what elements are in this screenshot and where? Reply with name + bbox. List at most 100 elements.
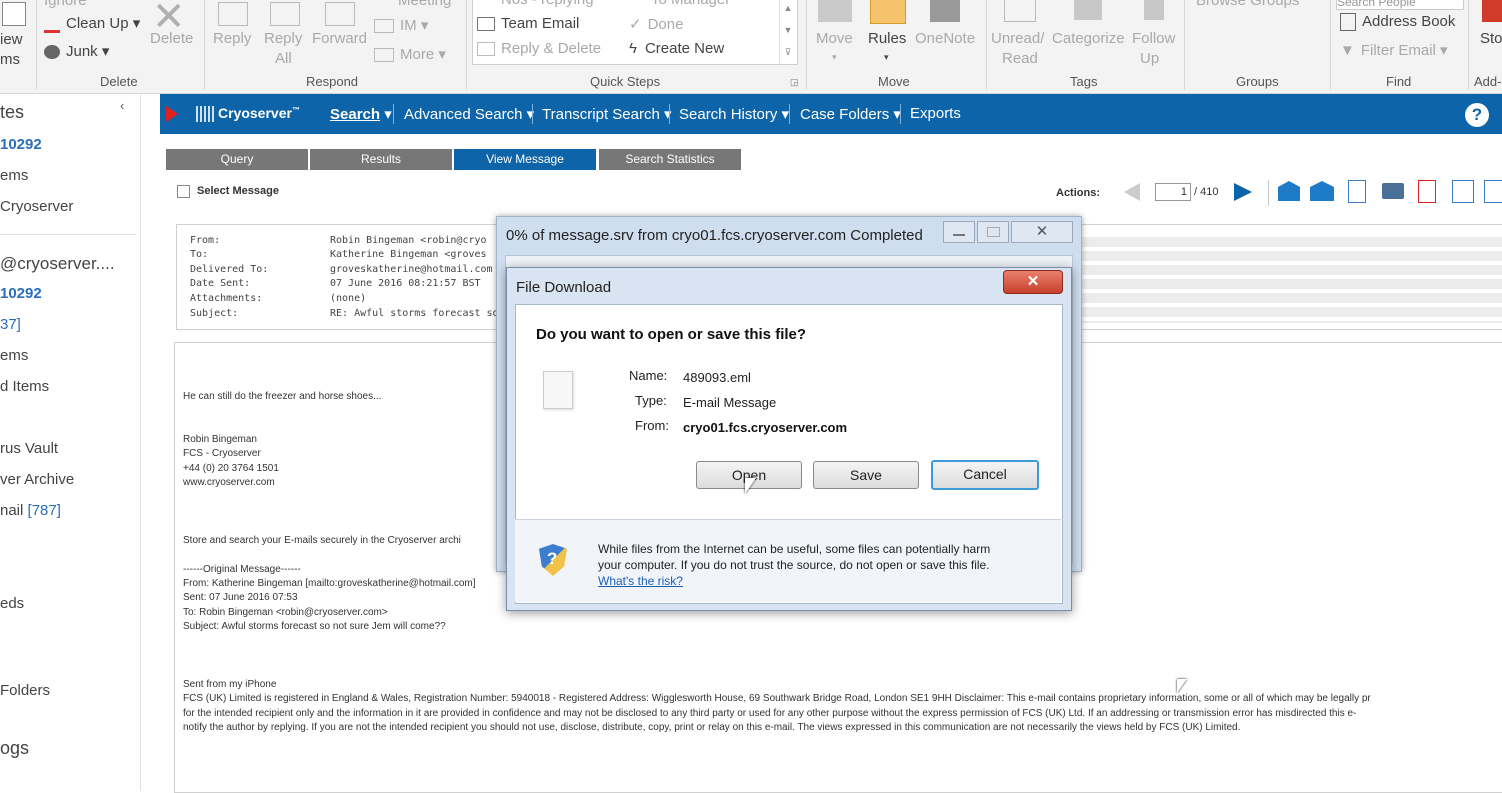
print-icon[interactable] [1382,183,1404,199]
cancel-button[interactable]: Cancel [931,460,1039,490]
im-button[interactable]: IM ▾ [374,16,428,34]
rules-button[interactable]: Rules [868,29,906,49]
more-label: More [400,46,435,63]
folder-divider [0,234,136,235]
group-label-respond: Respond [306,74,359,89]
actions-divider [1268,180,1269,206]
reply-all-line1[interactable]: Reply [264,29,302,49]
tab-results[interactable]: Results [310,149,452,170]
page-number-input[interactable]: 1 [1155,183,1191,201]
maximize-button[interactable] [977,221,1009,243]
quick-step-team-email[interactable]: Team Email [477,15,579,32]
folder-item[interactable]: Folders [0,682,50,699]
follow-up-line2[interactable]: Up [1140,49,1159,69]
ignore-label: Ignore [44,0,87,9]
rules-dropdown-icon[interactable]: ▾ [884,52,889,63]
new-items-label-top[interactable]: iew [0,30,23,50]
forward-button[interactable]: Forward [312,29,367,49]
minimize-button[interactable] [943,221,975,243]
nav-search[interactable]: Search ▾ [330,105,392,123]
folder-item[interactable]: ems [0,347,28,364]
quick-step-reply-delete[interactable]: Reply & Delete [477,40,601,57]
categorize-button[interactable]: Categorize [1052,29,1125,49]
folder-item[interactable]: ems [0,167,28,184]
reply-button[interactable]: Reply [213,29,251,49]
nav-transcript-search[interactable]: Transcript Search ▾ [542,105,672,123]
more-button[interactable]: More ▾ [374,45,446,63]
move-button[interactable]: Move [816,29,853,49]
nav-search-history[interactable]: Search History ▾ [679,105,789,123]
tab-query[interactable]: Query [166,149,308,170]
whats-the-risk-link[interactable]: What's the risk? [598,574,683,588]
ignore-button[interactable]: Ignore [44,0,87,9]
folder-item[interactable]: eds [0,595,24,612]
nav-exports[interactable]: Exports [910,105,961,122]
nav-case-folders[interactable]: Case Folders ▾ [800,105,901,123]
onenote-button[interactable]: OneNote [915,29,975,49]
folder-item[interactable]: 10292 [0,136,42,153]
folder-item[interactable]: rus Vault [0,440,58,457]
prev-page-arrow-icon[interactable] [1124,183,1140,201]
forward-action-icon[interactable] [1310,181,1334,201]
unread-read-line2[interactable]: Read [1002,49,1038,69]
nav-transcript-search-label: Transcript Search [542,106,660,123]
im-label: IM [400,17,417,34]
delete-button[interactable]: Delete [150,29,193,49]
folder-item[interactable]: Cryoserver [0,198,73,215]
body-line: Sent from my iPhone [183,679,277,690]
body-line: ------Original Message------ [183,564,301,575]
cleanup-button[interactable]: Clean Up ▾ [44,14,140,33]
nav-advanced-search[interactable]: Advanced Search ▾ [404,105,534,123]
quick-steps-gallery[interactable]: Nos - replying To Manager Team Email ✓ Do… [472,0,798,65]
folder-item[interactable]: 37] [0,316,21,333]
tab-view-message[interactable]: View Message [454,149,596,170]
save-button[interactable]: Save [813,461,919,489]
folder-item[interactable]: tes [0,102,24,123]
reply-action-icon[interactable] [1278,181,1300,201]
quick-step-to-manager[interactable]: To Manager [651,0,730,8]
unread-read-line1[interactable]: Unread/ [991,29,1044,49]
quick-step-done[interactable]: ✓ Done [629,15,683,33]
junk-button[interactable]: Junk ▾ [44,42,109,60]
from-label: From: [190,235,221,246]
filter-email-button[interactable]: ▼ Filter Email ▾ [1340,41,1448,59]
search-people-input[interactable]: Search People [1336,0,1464,10]
export-icon[interactable] [1484,180,1502,203]
folder-account[interactable]: @cryoserver.... [0,254,115,274]
store-button[interactable]: Sto [1480,29,1502,49]
folder-item[interactable]: nail [787] [0,502,61,519]
pdf-icon[interactable] [1418,180,1436,203]
filter-funnel-icon: ▼ [1340,42,1355,59]
folder-item[interactable]: ver Archive [0,471,74,488]
collapse-pane-chevron-icon[interactable]: ‹ [120,98,124,113]
create-new-lightning-icon: ϟ [629,40,637,57]
next-page-arrow-icon[interactable] [1234,183,1252,201]
quick-steps-launcher-icon[interactable]: ◲ [790,77,799,88]
progress-close-button[interactable]: ✕ [1011,221,1073,243]
quick-step-nos-replying[interactable]: Nos - replying [501,0,594,8]
folder-item[interactable]: ogs [0,738,29,759]
folder-item[interactable]: 10292 [0,285,42,302]
im-icon [374,19,394,34]
page-current: 1 [1180,186,1187,198]
help-icon[interactable]: ? [1465,103,1489,127]
meeting-button[interactable]: Meeting [398,0,451,9]
document-icon[interactable] [1348,180,1366,203]
body-line: www.cryoserver.com [183,477,275,488]
quick-step-create-new[interactable]: ϟ Create New [629,40,724,57]
address-book-button[interactable]: Address Book [1340,13,1455,32]
reply-all-line2[interactable]: All [275,49,292,69]
select-message-checkbox[interactable] [177,185,190,198]
unread-read-icon [1004,0,1036,22]
actions-label: Actions: [1056,187,1100,199]
file-download-close-button[interactable]: ✕ [1003,270,1063,294]
new-items-label-bottom[interactable]: ms [0,50,20,70]
browse-groups-button[interactable]: Browse Groups [1196,0,1299,9]
quick-steps-scroll[interactable]: ▲ ▼ ⊽ [779,0,796,64]
tab-search-statistics[interactable]: Search Statistics [599,149,741,170]
folder-item[interactable]: d Items [0,378,49,395]
download-icon[interactable] [1452,180,1474,203]
follow-up-line1[interactable]: Follow [1132,29,1175,49]
move-dropdown-icon[interactable]: ▾ [832,52,837,63]
nav-search-label: Search [330,106,381,123]
